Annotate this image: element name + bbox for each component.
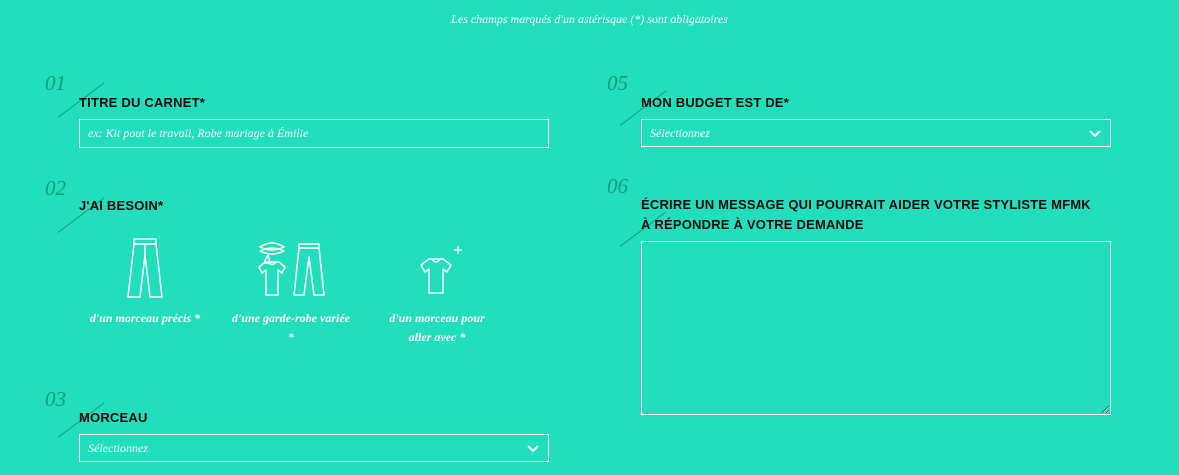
outfit-icon <box>258 242 325 296</box>
required-fields-notice: Les champs marqués d'un astérisque (*) s… <box>451 12 728 26</box>
pants-icon <box>127 238 163 298</box>
step-number-01: 01 <box>45 71 66 95</box>
need-option-caption: d'une garde-robe variée * <box>232 311 350 344</box>
need-option-caption: d'un morceau pour aller avec * <box>389 311 485 344</box>
piece-label: MORCEAU <box>79 410 148 425</box>
budget-label: MON BUDGET EST DE* <box>641 95 790 110</box>
budget-select[interactable]: Sélectionnez <box>641 119 1111 147</box>
piece-select-value: Sélectionnez <box>88 440 148 455</box>
message-label: ÉCRIRE UN MESSAGE QUI POURRAIT AIDER VOT… <box>641 197 1091 232</box>
step-number-05: 05 <box>607 71 628 95</box>
need-label: J'AI BESOIN* <box>79 198 164 213</box>
budget-select-value: Sélectionnez <box>650 125 710 140</box>
step-number-03: 03 <box>45 387 66 411</box>
step-number-06: 06 <box>607 174 628 198</box>
need-option-caption: d'un morceau précis * <box>89 311 201 325</box>
tshirt-plus-icon <box>420 246 462 294</box>
step-number-02: 02 <box>45 176 66 200</box>
notebook-title-input[interactable] <box>79 119 549 148</box>
stylist-message-textarea[interactable] <box>641 241 1111 415</box>
need-option-matching-piece[interactable]: d'un morceau pour aller avec * <box>377 237 497 347</box>
notebook-title-label: TITRE DU CARNET* <box>79 95 205 110</box>
chevron-down-icon <box>1088 128 1102 138</box>
need-option-varied-wardrobe[interactable]: d'une garde-robe variée * <box>231 237 351 347</box>
chevron-down-icon <box>526 443 540 453</box>
piece-select[interactable]: Sélectionnez <box>79 434 549 462</box>
need-option-specific-piece[interactable]: d'un morceau précis * <box>85 237 205 328</box>
